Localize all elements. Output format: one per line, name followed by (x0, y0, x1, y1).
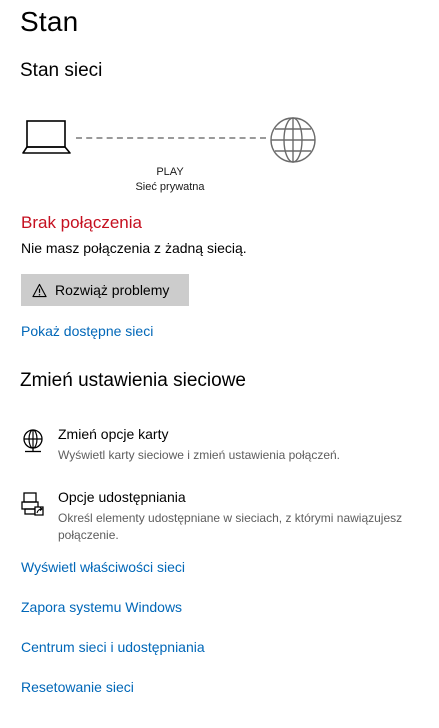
globe-icon (270, 117, 316, 163)
sharing-options-title: Opcje udostępniania (58, 489, 186, 505)
change-adapter-options-title: Zmień opcje karty (58, 426, 169, 442)
network-status-heading: Stan sieci (20, 60, 103, 81)
change-settings-heading: Zmień ustawienia sieciowe (20, 370, 246, 391)
network-name: PLAY (156, 166, 184, 178)
network-reset-link[interactable]: Resetowanie sieci (21, 679, 134, 695)
network-type: Sieć prywatna (135, 181, 205, 193)
windows-firewall-link[interactable]: Zapora systemu Windows (21, 599, 182, 615)
network-adapter-icon (23, 429, 43, 453)
warning-icon (32, 283, 47, 297)
troubleshoot-button[interactable]: Rozwiąż problemy (21, 274, 189, 306)
change-adapter-options-description: Wyświetl karty sieciowe i zmień ustawien… (58, 448, 340, 462)
view-network-properties-link[interactable]: Wyświetl właściwości sieci (21, 559, 185, 575)
sharing-options-icon (21, 492, 44, 516)
connection-status-description: Nie masz połączenia z żadną siecią. (21, 240, 247, 256)
network-sharing-center-link[interactable]: Centrum sieci i udostępniania (21, 639, 205, 655)
sharing-options-description: Określ elementy udostępniane w sieciach,… (58, 511, 403, 542)
show-available-networks-link[interactable]: Pokaż dostępne sieci (21, 323, 153, 339)
connection-line (76, 137, 266, 139)
change-adapter-options[interactable]: Zmień opcje karty Wyświetl karty sieciow… (20, 426, 430, 466)
sharing-options[interactable]: Opcje udostępniania Określ elementy udos… (20, 489, 430, 545)
laptop-icon (22, 120, 71, 154)
troubleshoot-label: Rozwiąż problemy (55, 282, 170, 298)
connection-status: Brak połączenia (21, 213, 142, 232)
page-title: Stan (20, 6, 79, 37)
